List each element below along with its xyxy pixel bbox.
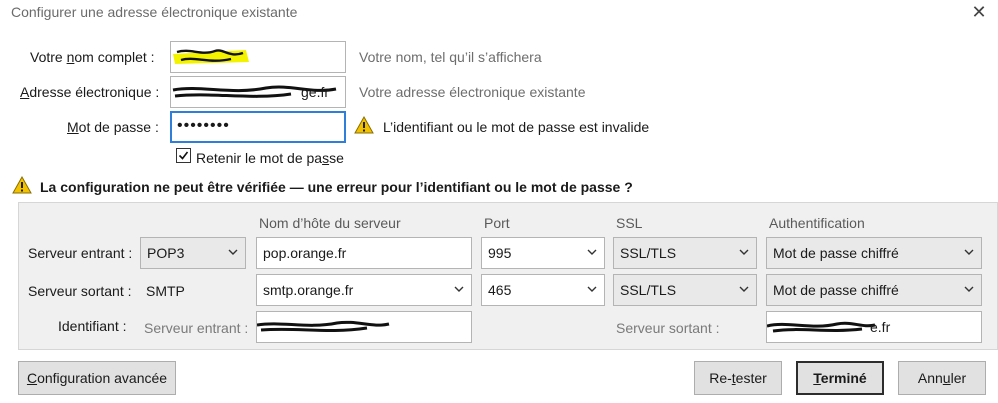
window-title: Configurer une adresse électronique exis…: [11, 4, 298, 20]
outgoing-username-input[interactable]: e.fr: [766, 311, 982, 343]
email-field[interactable]: ge.fr: [170, 76, 346, 108]
outgoing-hostname-input[interactable]: smtp.orange.fr: [256, 274, 472, 306]
outgoing-ssl-select[interactable]: SSL/TLS: [613, 274, 757, 306]
chevron-down-icon: [739, 286, 749, 292]
chevron-down-icon: [587, 249, 597, 255]
username-redaction: [257, 320, 390, 332]
username-redaction: [767, 321, 876, 333]
chevron-down-icon: [964, 249, 974, 255]
incoming-auth-select[interactable]: Mot de passe chiffré: [766, 237, 982, 269]
checkmark-icon: [178, 151, 189, 160]
outgoing-port-input[interactable]: 465: [481, 274, 605, 306]
hostname-header: Nom d’hôte du serveur: [259, 215, 401, 231]
outgoing-server-label: Serveur sortant :: [28, 283, 132, 299]
remember-label: Retenir le mot de passe: [196, 150, 344, 166]
password-label: Mot de passe :: [67, 119, 159, 135]
email-visible-part: ge.fr: [301, 84, 330, 100]
close-icon[interactable]: ✕: [968, 1, 990, 23]
cancel-button[interactable]: Annuler: [898, 361, 986, 395]
warning-icon: [12, 176, 32, 194]
title-bar: Configurer une adresse électronique exis…: [0, 0, 998, 26]
password-error: L’identifiant ou le mot de passe est inv…: [383, 119, 650, 135]
config-warning-message: La configuration ne peut être vérifiée —…: [40, 179, 633, 195]
password-field[interactable]: ••••••••: [170, 111, 346, 143]
chevron-down-icon: [228, 249, 238, 255]
incoming-hostname-input[interactable]: pop.orange.fr: [256, 237, 472, 269]
retest-button[interactable]: Re-tester: [694, 361, 782, 395]
incoming-server-label: Serveur entrant :: [28, 245, 133, 261]
outgoing-protocol: SMTP: [146, 283, 185, 299]
name-hint: Votre nom, tel qu’il s’affichera: [359, 49, 542, 65]
outgoing-username-visible-part: e.fr: [870, 319, 891, 335]
email-hint: Votre adresse électronique existante: [359, 84, 586, 100]
email-label: Adresse électronique :: [20, 84, 160, 100]
port-header: Port: [484, 215, 510, 231]
incoming-port-input[interactable]: 995: [481, 237, 605, 269]
name-label: Votre nom complet :: [30, 49, 155, 65]
done-button[interactable]: Terminé: [796, 361, 884, 395]
redaction-highlight: [173, 49, 249, 64]
chevron-down-icon: [739, 249, 749, 255]
identifier-outgoing-label: Serveur sortant :: [616, 320, 720, 336]
incoming-protocol-select[interactable]: POP3: [140, 237, 246, 269]
auth-header: Authentification: [769, 215, 865, 231]
warning-icon: [354, 116, 374, 134]
chevron-down-icon: [587, 286, 597, 292]
identifier-incoming-label: Serveur entrant :: [144, 320, 249, 336]
incoming-username-input[interactable]: [256, 311, 472, 343]
identifier-label: Identifiant :: [58, 318, 127, 334]
incoming-ssl-select[interactable]: SSL/TLS: [613, 237, 757, 269]
chevron-down-icon: [964, 286, 974, 292]
remember-checkbox[interactable]: [176, 148, 191, 163]
password-value: ••••••••: [177, 117, 230, 134]
chevron-down-icon: [454, 286, 464, 292]
outgoing-auth-select[interactable]: Mot de passe chiffré: [766, 274, 982, 306]
name-field[interactable]: [170, 41, 346, 73]
ssl-header: SSL: [616, 215, 643, 231]
advanced-config-button[interactable]: Configuration avancée: [18, 361, 176, 395]
